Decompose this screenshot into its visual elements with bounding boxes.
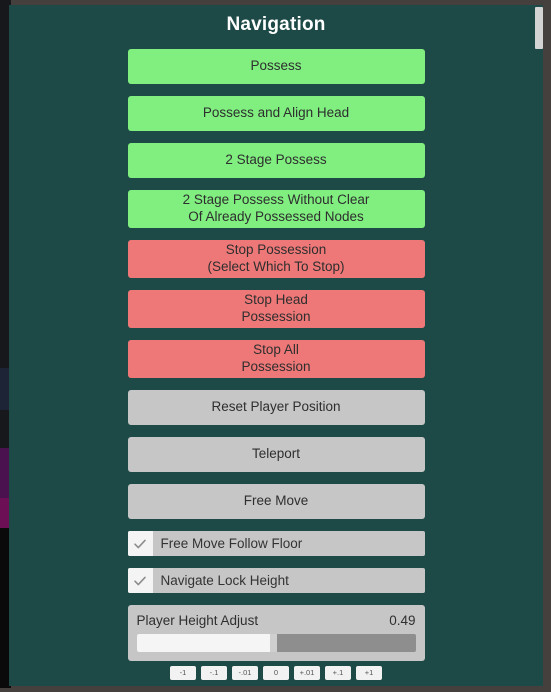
checkbox-list: Free Move Follow Floor Navigate Lock Heig… bbox=[9, 531, 543, 593]
checkbox-row[interactable]: Free Move Follow Floor bbox=[127, 531, 425, 556]
slider-step-button[interactable]: +.01 bbox=[294, 666, 320, 680]
slider-step-button[interactable]: -1 bbox=[170, 666, 196, 680]
action-button[interactable]: Stop Head Possession bbox=[127, 290, 425, 328]
action-button[interactable]: Reset Player Position bbox=[127, 390, 425, 425]
scrollbar-thumb[interactable] bbox=[535, 7, 543, 49]
player-height-slider[interactable] bbox=[136, 634, 416, 652]
check-icon bbox=[134, 539, 146, 548]
action-button[interactable]: Stop Possession (Select Which To Stop) bbox=[127, 240, 425, 278]
slider-step-button[interactable]: -.1 bbox=[201, 666, 227, 680]
checkbox-row[interactable]: Navigate Lock Height bbox=[127, 568, 425, 593]
action-button[interactable]: 2 Stage Possess Without Clear Of Already… bbox=[127, 190, 425, 228]
slider-step-buttons: -1 -.1 -.01 0 +.01 +.1 +1 bbox=[9, 666, 543, 680]
slider-step-button[interactable]: +.1 bbox=[325, 666, 351, 680]
action-button[interactable]: Stop All Possession bbox=[127, 340, 425, 378]
slider-fill bbox=[136, 634, 274, 652]
panel-scrollbar[interactable] bbox=[535, 5, 543, 686]
slider-value: 0.49 bbox=[389, 613, 416, 628]
action-button[interactable]: Teleport bbox=[127, 437, 425, 472]
checkbox-label: Navigate Lock Height bbox=[160, 573, 289, 588]
action-button[interactable]: Free Move bbox=[127, 484, 425, 519]
action-button[interactable]: Possess bbox=[127, 49, 425, 84]
slider-step-button[interactable]: -.01 bbox=[232, 666, 258, 680]
checkbox-toggle[interactable] bbox=[127, 568, 153, 593]
slider-header: Player Height Adjust 0.49 bbox=[137, 613, 416, 628]
slider-step-button[interactable]: 0 bbox=[263, 666, 289, 680]
action-button[interactable]: 2 Stage Possess bbox=[127, 143, 425, 178]
slider-label: Player Height Adjust bbox=[136, 613, 259, 628]
navigation-panel: Navigation Possess Possess and Align Head… bbox=[9, 5, 543, 686]
player-height-adjust-card: Player Height Adjust 0.49 bbox=[127, 605, 425, 661]
slider-handle[interactable] bbox=[270, 634, 278, 652]
check-icon bbox=[134, 576, 146, 585]
slider-step-button[interactable]: +1 bbox=[356, 666, 382, 680]
action-button-list: Possess Possess and Align Head 2 Stage Pos… bbox=[9, 49, 543, 519]
checkbox-label: Free Move Follow Floor bbox=[160, 536, 303, 551]
checkbox-toggle[interactable] bbox=[127, 531, 153, 556]
page-title: Navigation bbox=[226, 14, 326, 35]
action-button[interactable]: Possess and Align Head bbox=[127, 96, 425, 131]
